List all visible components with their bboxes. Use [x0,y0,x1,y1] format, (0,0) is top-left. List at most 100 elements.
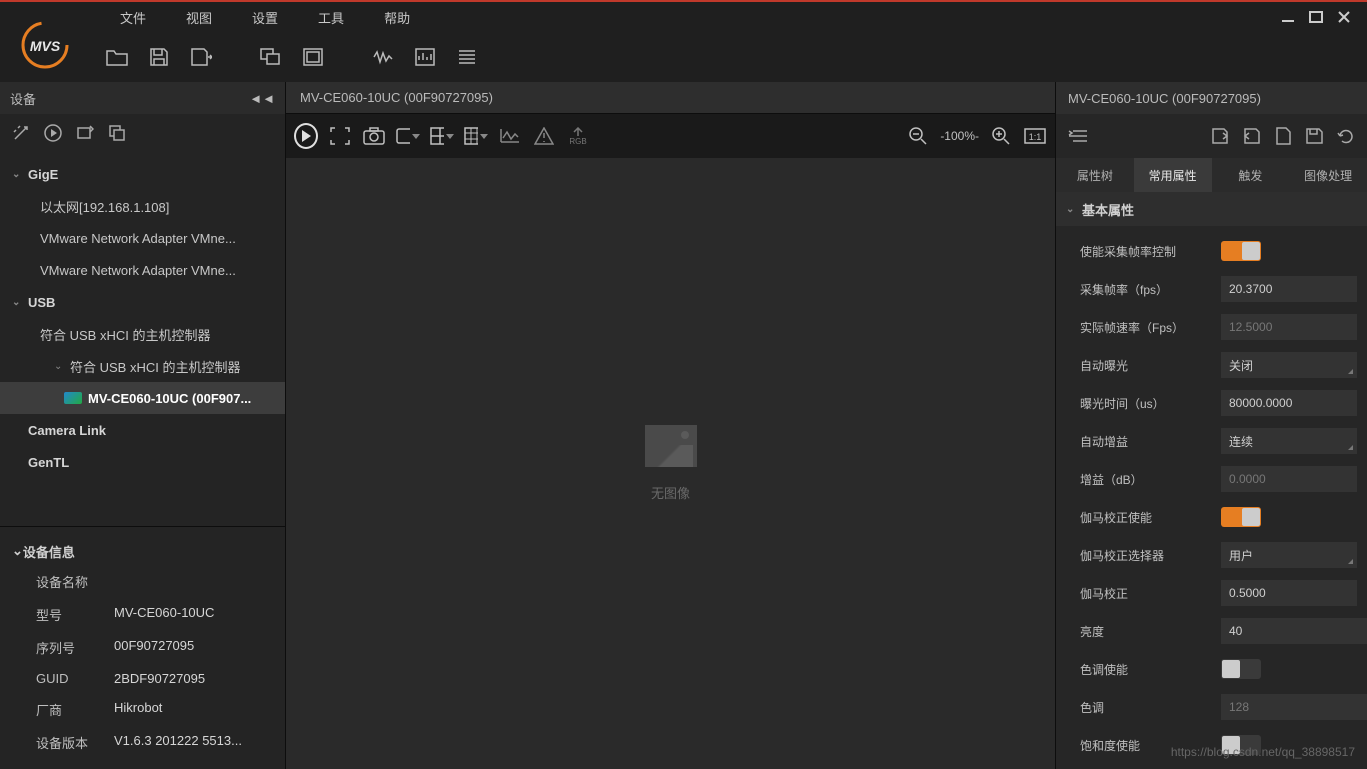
devinfo-model-label: 型号 [36,605,114,624]
stats-icon[interactable] [408,40,442,74]
prop-indent-icon[interactable] [1068,128,1088,144]
prop-save-icon[interactable] [1305,127,1323,145]
menu-help[interactable]: 帮助 [364,8,430,27]
zoom-out-icon[interactable] [906,124,930,148]
viewer-panel: MV-CE060-10UC (00F90727095) RGB -100%- 1… [286,82,1055,769]
devinfo-name-label: 设备名称 [36,572,114,591]
tool-copy-icon[interactable] [108,124,126,142]
prop-file-icon[interactable] [1275,127,1291,145]
upload-icon[interactable]: RGB [566,124,590,148]
play-button[interactable] [294,124,318,148]
select-auto-gain[interactable]: 连续 [1221,428,1357,454]
toggle-hue-en[interactable] [1221,659,1261,679]
spin-hue[interactable]: ▲▼ [1221,694,1357,720]
no-image-label: 无图像 [651,483,690,502]
record-icon[interactable] [396,124,420,148]
viewer-tab[interactable]: MV-CE060-10UC (00F90727095) [286,82,1055,114]
menubar: 文件 视图 设置 工具 帮助 [0,2,1367,32]
tab-common-attr[interactable]: 常用属性 [1134,158,1212,192]
svg-text:1:1: 1:1 [1029,132,1042,142]
input-gamma[interactable] [1221,580,1357,606]
devinfo-vendor-label: 厂商 [36,700,114,719]
tool-wand-icon[interactable] [12,124,30,142]
tab-attr-tree[interactable]: 属性树 [1056,158,1134,192]
toggle-enable-fps[interactable] [1221,241,1261,261]
maximize-icon[interactable] [1309,10,1323,24]
svg-text:MVS: MVS [30,38,61,54]
menu-tools[interactable]: 工具 [298,8,364,27]
devinfo-version-label: 设备版本 [36,733,114,752]
lbl-gamma: 伽马校正 [1066,585,1221,602]
fullscreen-icon[interactable] [328,124,352,148]
tree-vmware-2[interactable]: VMware Network Adapter VMne... [0,254,285,286]
tool-play-icon[interactable] [44,124,62,142]
input-real-fps [1221,314,1357,340]
open-folder-icon[interactable] [100,40,134,74]
tree-device-selected[interactable]: MV-CE060-10UC (00F907... [0,382,285,414]
image-canvas: 无图像 [286,158,1055,769]
select-auto-exp[interactable]: 关闭 [1221,352,1357,378]
export-icon[interactable] [184,40,218,74]
devinfo-guid-label: GUID [36,671,114,686]
devinfo-version-value: V1.6.3 201222 5513... [114,733,242,752]
tab-trigger[interactable]: 触发 [1212,158,1290,192]
tree-gentl[interactable]: GenTL [0,446,285,478]
property-panel-header: MV-CE060-10UC (00F90727095) [1056,82,1367,114]
device-panel-title: 设备 [10,89,36,108]
input-gain [1221,466,1357,492]
property-panel: MV-CE060-10UC (00F90727095) 属性树 常用属性 触发 … [1055,82,1367,769]
save-icon[interactable] [142,40,176,74]
lbl-gamma-sel: 伽马校正选择器 [1066,547,1221,564]
select-gamma-sel[interactable]: 用户 [1221,542,1357,568]
menu-view[interactable]: 视图 [166,8,232,27]
section-basic-attr[interactable]: ⌄基本属性 [1056,192,1367,226]
minimize-icon[interactable] [1281,10,1295,24]
zoom-value: -100%- [940,129,979,143]
layout-single-icon[interactable] [296,40,330,74]
close-icon[interactable] [1337,10,1351,24]
prop-import-icon[interactable] [1211,127,1229,145]
toggle-gamma-en[interactable] [1221,507,1261,527]
input-acq-fps[interactable] [1221,276,1357,302]
menu-file[interactable]: 文件 [100,8,166,27]
fit-icon[interactable]: 1:1 [1023,124,1047,148]
layout-multi-icon[interactable] [254,40,288,74]
watermark: https://blog.csdn.net/qq_38898517 [1171,745,1355,759]
tree-vmware-1[interactable]: VMware Network Adapter VMne... [0,222,285,254]
viewer-toolbar: RGB -100%- 1:1 [286,114,1055,158]
tree-cameralink[interactable]: Camera Link [0,414,285,446]
prop-refresh-icon[interactable] [1337,127,1355,145]
tree-usb-host-2[interactable]: ⌄符合 USB xHCI 的主机控制器 [0,350,285,382]
tree-usb-host-1[interactable]: 符合 USB xHCI 的主机控制器 [0,318,285,350]
device-info-panel: ⌄设备信息 设备名称 型号MV-CE060-10UC 序列号00F9072709… [0,526,285,769]
tree-gige[interactable]: ⌄GigE [0,158,285,190]
property-tabs: 属性树 常用属性 触发 图像处理 [1056,158,1367,192]
collapse-left-icon[interactable]: ◄◄ [249,91,275,106]
grid3-icon[interactable] [464,124,488,148]
lbl-auto-gain: 自动增益 [1066,433,1221,450]
device-tree: ⌄GigE 以太网[192.168.1.108] VMware Network … [0,152,285,526]
menu-settings[interactable]: 设置 [232,8,298,27]
lbl-auto-exp: 自动曝光 [1066,357,1221,374]
lbl-hue-en: 色调使能 [1066,661,1221,678]
input-exp-time[interactable] [1221,390,1357,416]
zoom-in-icon[interactable] [989,124,1013,148]
grid2-icon[interactable] [430,124,454,148]
image-placeholder-icon [645,425,697,467]
device-panel-header: 设备 ◄◄ [0,82,285,114]
spin-bright[interactable]: ▲▼ [1221,618,1357,644]
devinfo-guid-value: 2BDF90727095 [114,671,205,686]
list-icon[interactable] [450,40,484,74]
tree-ethernet[interactable]: 以太网[192.168.1.108] [0,190,285,222]
chart-icon[interactable] [498,124,522,148]
warning-icon[interactable] [532,124,556,148]
prop-export-icon[interactable] [1243,127,1261,145]
waveform-icon[interactable] [366,40,400,74]
lbl-acq-fps: 采集帧率（fps） [1066,281,1221,298]
devinfo-model-value: MV-CE060-10UC [114,605,214,624]
tab-image-proc[interactable]: 图像处理 [1289,158,1367,192]
lbl-exp-time: 曝光时间（us） [1066,395,1221,412]
snapshot-icon[interactable] [362,124,386,148]
tree-usb[interactable]: ⌄USB [0,286,285,318]
tool-refresh-icon[interactable] [76,124,94,142]
